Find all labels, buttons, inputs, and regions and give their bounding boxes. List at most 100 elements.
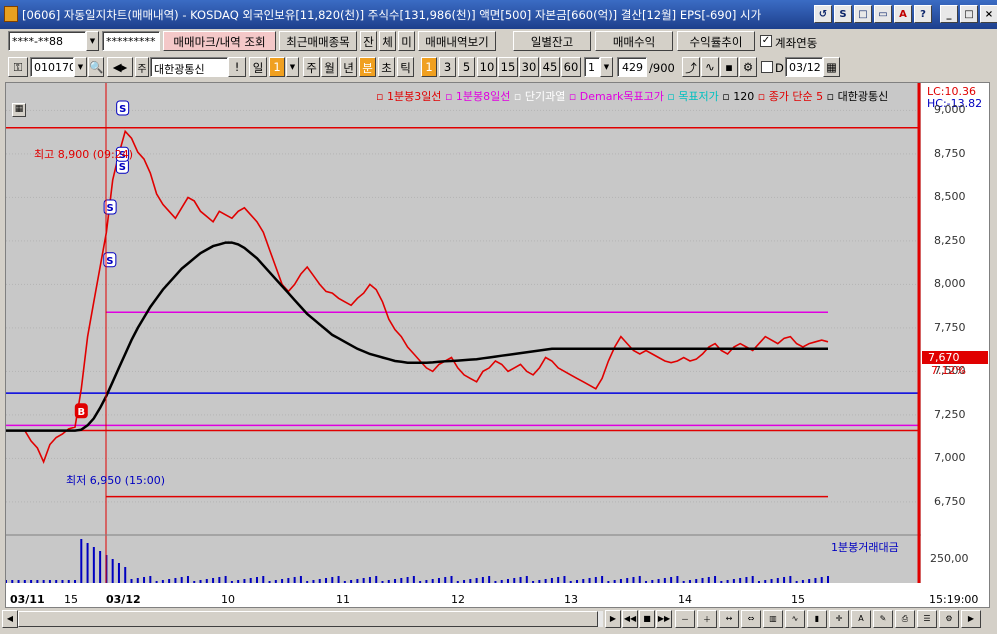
fit-icon[interactable]: ↔ <box>719 610 739 628</box>
return-trend-button[interactable]: 수익률추이 <box>677 31 755 51</box>
trend-tool-icon[interactable]: ⤴ <box>682 57 700 77</box>
candle-icon[interactable]: ▮ <box>807 610 827 628</box>
trade-profit-button[interactable]: 매매수익 <box>595 31 673 51</box>
period-week-button[interactable]: 주 <box>303 57 320 77</box>
calendar-icon[interactable]: ▦ <box>823 57 840 77</box>
maximize-button[interactable]: □ <box>960 5 978 23</box>
period-min-button[interactable]: 분 <box>359 57 376 77</box>
scroll-left-button[interactable]: ◀ <box>2 610 18 628</box>
time-label: 15:19:00 <box>929 593 979 606</box>
interval-5-button[interactable]: 5 <box>458 57 475 77</box>
volume-bar <box>6 580 7 583</box>
bars-field[interactable]: 429 <box>617 57 647 77</box>
y-tick-label: 8,500 <box>934 190 966 204</box>
speaker-icon[interactable]: ◀▸ <box>107 57 133 77</box>
help-icon[interactable]: ? <box>914 5 932 23</box>
volume-bar <box>306 581 309 583</box>
y-tick-label: 7,000 <box>934 451 966 465</box>
interval-3-button[interactable]: 3 <box>439 57 456 77</box>
trade-history-button[interactable]: 매매내역보기 <box>418 31 496 51</box>
scroll-thumb[interactable] <box>18 611 598 627</box>
zoom-in-icon[interactable]: ＋ <box>697 610 717 628</box>
account-dropdown-icon[interactable]: ▼ <box>86 31 99 51</box>
list-icon[interactable]: ☰ <box>917 610 937 628</box>
volume-bar <box>720 581 723 583</box>
window-icon[interactable]: □ <box>854 5 872 23</box>
period-month-button[interactable]: 월 <box>321 57 338 77</box>
unfilled-button[interactable]: 미 <box>398 31 415 51</box>
fill-button[interactable]: 체 <box>379 31 396 51</box>
search-icon[interactable]: 🔍 <box>88 57 104 77</box>
volume-bar <box>801 580 804 583</box>
refresh-icon[interactable]: ↺ <box>814 5 832 23</box>
close-button[interactable]: × <box>980 5 997 23</box>
trade-mark-button[interactable]: 매매마크/내역 조회 <box>163 31 276 51</box>
period-day-button[interactable]: 일 <box>249 57 267 77</box>
account-link-checkbox[interactable]: ✓ <box>760 35 772 47</box>
play-button[interactable]: ▶ <box>605 610 621 628</box>
alert-button[interactable]: ! <box>228 57 246 77</box>
volume-bar <box>356 579 359 583</box>
interval-45-button[interactable]: 45 <box>540 57 560 77</box>
legend-item: ▫ <box>444 90 456 103</box>
indicator-tool-icon[interactable]: ∿ <box>701 57 719 77</box>
s-tool-icon[interactable]: S <box>834 5 852 23</box>
eraser-icon[interactable]: ✎ <box>873 610 893 628</box>
legend-item: ▫ <box>513 90 525 103</box>
period-tick-button[interactable]: 틱 <box>397 57 414 77</box>
volume-bar <box>431 579 434 583</box>
save-icon[interactable]: ▪ <box>720 57 738 77</box>
scroll-right-button[interactable]: ▶ <box>961 610 981 628</box>
layout-icon[interactable]: ▭ <box>874 5 892 23</box>
period-num-dropdown-icon[interactable]: ▼ <box>286 57 299 77</box>
scroll-track[interactable] <box>18 611 603 627</box>
app-icon <box>4 6 18 22</box>
y-tick-label: 9,000 <box>934 103 966 117</box>
interval-15-button[interactable]: 15 <box>498 57 518 77</box>
volume-bar <box>299 576 302 583</box>
d-checkbox[interactable] <box>761 61 773 73</box>
legend-item-label: 대한광통신 <box>837 90 889 103</box>
balance-button[interactable]: 잔 <box>360 31 377 51</box>
lock-icon[interactable]: ⚿ <box>8 57 28 77</box>
volume-bar <box>450 576 453 583</box>
recent-trades-button[interactable]: 최근매매종목 <box>279 31 357 51</box>
stop-button[interactable]: ■ <box>639 610 655 628</box>
interval-60-button[interactable]: 60 <box>561 57 581 77</box>
count-field[interactable]: 1 <box>584 57 600 77</box>
expand-icon[interactable]: ⇔ <box>741 610 761 628</box>
zoom-out-icon[interactable]: － <box>675 610 695 628</box>
period-num-field[interactable]: 1 <box>269 57 285 77</box>
rewind-button[interactable]: ◀◀ <box>622 610 638 628</box>
text-tool-icon[interactable]: A <box>851 610 871 628</box>
interval-10-button[interactable]: 10 <box>477 57 497 77</box>
stock-name-field[interactable]: 대한광통신 <box>150 57 228 77</box>
minimize-button[interactable]: _ <box>940 5 958 23</box>
line-chart-icon[interactable]: ∿ <box>785 610 805 628</box>
account-field[interactable]: ****-**88 <box>8 31 86 51</box>
x-tick-label: 15 <box>64 593 78 606</box>
count-dropdown-icon[interactable]: ▼ <box>600 57 613 77</box>
price-chart[interactable]: BSSSSS <box>6 83 989 607</box>
stock-code-field[interactable]: 010170 <box>30 57 74 77</box>
stock-code-dropdown-icon[interactable]: ▼ <box>74 57 87 77</box>
settings-icon[interactable]: ⚙ <box>739 57 757 77</box>
volume-bar <box>632 577 635 583</box>
cross-icon[interactable]: ✛ <box>829 610 849 628</box>
grid-toggle-icon[interactable]: ▦ <box>12 103 26 117</box>
volume-bar <box>381 581 384 583</box>
interval-30-button[interactable]: 30 <box>519 57 539 77</box>
volume-bar <box>594 577 597 583</box>
bar-chart-icon[interactable]: ▥ <box>763 610 783 628</box>
date-field[interactable]: 03/12 <box>785 57 823 77</box>
font-icon[interactable]: A <box>894 5 912 23</box>
period-year-button[interactable]: 년 <box>340 57 357 77</box>
fast-forward-button[interactable]: ▶▶ <box>656 610 672 628</box>
period-sec-button[interactable]: 초 <box>378 57 395 77</box>
password-field[interactable]: ********* <box>102 31 160 51</box>
config-icon[interactable]: ⚙ <box>939 610 959 628</box>
volume-bar <box>224 576 227 583</box>
interval-1-button[interactable]: 1 <box>421 57 437 77</box>
print-icon[interactable]: ⎙ <box>895 610 915 628</box>
daily-balance-button[interactable]: 일별잔고 <box>513 31 591 51</box>
